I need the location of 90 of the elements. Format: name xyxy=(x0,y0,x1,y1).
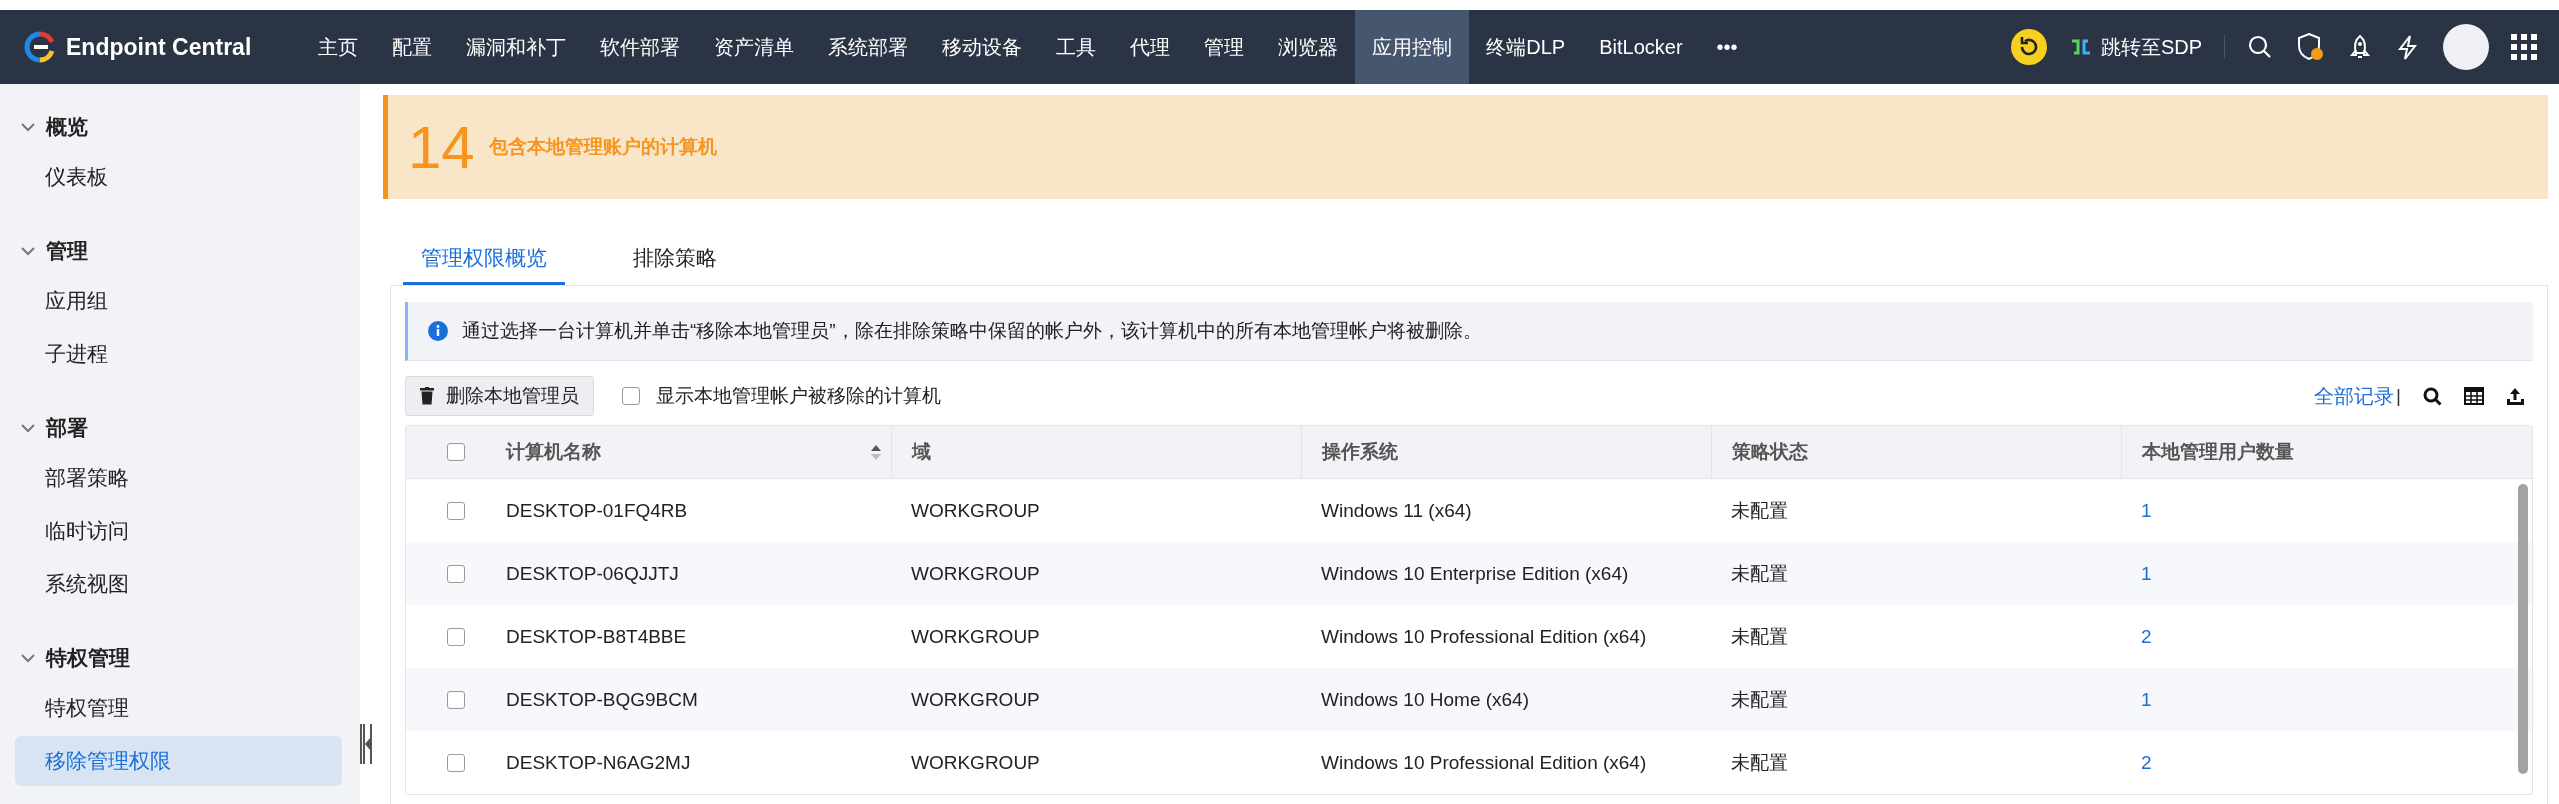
table-cell-text: Windows 10 Home (x64) xyxy=(1320,688,1531,711)
table-cell-text: DESKTOP-01FQ4RB xyxy=(505,499,689,522)
column-header[interactable]: 策略状态 xyxy=(1732,426,2121,478)
table-cell-text: 未配置 xyxy=(1730,750,1789,775)
row-checkbox[interactable] xyxy=(447,690,465,709)
sidebar-item[interactable]: 部署策略 xyxy=(15,453,342,503)
table-cell-text: WORKGROUP xyxy=(910,562,1041,585)
sidebar-item[interactable]: 子进程 xyxy=(15,329,342,379)
sidebar-item[interactable]: 系统视图 xyxy=(15,559,342,609)
row-checkbox[interactable] xyxy=(447,564,465,583)
info-icon xyxy=(428,321,448,341)
delete-button[interactable]: 删除本地管理员 xyxy=(405,376,594,416)
nav-item[interactable]: 移动设备 xyxy=(925,10,1040,84)
column-header[interactable]: 域 xyxy=(912,426,1301,478)
trash-icon xyxy=(420,387,434,405)
sidebar-item[interactable]: 临时访问 xyxy=(15,506,342,556)
nav-item[interactable]: 代理 xyxy=(1113,10,1188,84)
table-cell-text: WORKGROUP xyxy=(910,688,1041,711)
nav-item[interactable]: 系统部署 xyxy=(811,10,926,84)
count-link[interactable]: 1 xyxy=(2121,562,2532,585)
separator: | xyxy=(2396,385,2401,407)
table-cell-text: Windows 10 Enterprise Edition (x64) xyxy=(1320,562,1630,585)
table-cell-text: WORKGROUP xyxy=(910,499,1041,522)
export-icon[interactable] xyxy=(2506,386,2525,406)
table-cell-text: DESKTOP-06QJJTJ xyxy=(505,562,680,585)
rocket-icon xyxy=(2347,34,2373,60)
summary-label: 包含本地管理账户的计算机 xyxy=(488,135,717,159)
column-header[interactable]: 本地管理用户数量 xyxy=(2142,426,2532,478)
jump-link[interactable]: 跳转至SDP xyxy=(2100,33,2202,61)
count-link[interactable]: 1 xyxy=(2121,688,2532,711)
column-header[interactable]: 计算机名称 xyxy=(506,426,891,478)
nav-item[interactable]: 应用控制 xyxy=(1355,10,1470,84)
nav-item[interactable]: 资产清单 xyxy=(697,10,812,84)
app-name: Endpoint Central xyxy=(66,33,252,61)
count-link[interactable]: 1 xyxy=(2121,499,2532,522)
section-title[interactable]: 特权管理 xyxy=(46,644,130,672)
row-checkbox[interactable] xyxy=(447,627,465,646)
count-link[interactable]: 2 xyxy=(2121,751,2532,774)
info-text: 通过选择一台计算机并单击“移除本地管理员”，除在排除策略中保留的帐户外，该计算机中的所有本地管理帐户将被删除。 xyxy=(462,319,1482,343)
logo-icon xyxy=(24,31,56,63)
section-title[interactable]: 管理 xyxy=(46,237,88,265)
checkbox[interactable] xyxy=(622,387,640,405)
sidebar-item[interactable]: 仪表板 xyxy=(15,152,342,202)
sort-icon xyxy=(871,444,881,460)
tab[interactable]: 管理权限概览 xyxy=(403,233,565,285)
nav-item[interactable]: 终端DLP xyxy=(1469,10,1583,84)
refresh-icon xyxy=(2010,29,2047,65)
table-cell-text: DESKTOP-N6AG2MJ xyxy=(505,751,692,774)
checkbox-label: 显示本地管理帐户被移除的计算机 xyxy=(656,384,941,408)
nav-item[interactable]: 工具 xyxy=(1039,10,1114,84)
table-cell-text: DESKTOP-BQG9BCM xyxy=(505,688,699,711)
table-cell-text: WORKGROUP xyxy=(910,625,1041,648)
nav-item[interactable]: 管理 xyxy=(1187,10,1262,84)
nav-item[interactable]: 漏洞和补丁 xyxy=(449,10,584,84)
search-icon[interactable] xyxy=(2423,386,2442,406)
sidebar-item[interactable]: 移除管理权限 xyxy=(15,736,342,786)
nav-item[interactable]: 配置 xyxy=(375,10,450,84)
nav-item[interactable]: 浏览器 xyxy=(1261,10,1356,84)
apps-grid-icon xyxy=(2511,34,2537,60)
column-header[interactable]: 操作系统 xyxy=(1322,426,1711,478)
table-cell-text: Windows 10 Professional Edition (x64) xyxy=(1320,751,1648,774)
table-cell-text: 未配置 xyxy=(1730,687,1789,712)
all-records-link[interactable]: 全部记录 xyxy=(2314,382,2395,410)
section-title[interactable]: 部署 xyxy=(46,414,88,442)
table-cell-text: WORKGROUP xyxy=(910,751,1041,774)
sidebar-item[interactable]: 特权管理 xyxy=(15,683,342,733)
row-checkbox[interactable] xyxy=(447,753,465,772)
nav-item[interactable]: BitLocker xyxy=(1582,10,1700,84)
computer-count: 14 xyxy=(408,112,475,182)
table-cell-text: Windows 10 Professional Edition (x64) xyxy=(1320,625,1648,648)
tab[interactable]: 排除策略 xyxy=(615,233,735,285)
row-checkbox[interactable] xyxy=(447,501,465,520)
table-cell-text: 未配置 xyxy=(1730,498,1789,523)
section-title[interactable]: 概览 xyxy=(46,113,88,141)
select-all-checkbox[interactable] xyxy=(447,443,465,461)
count-link[interactable]: 2 xyxy=(2121,625,2532,648)
search-icon xyxy=(2247,34,2273,60)
nav-item[interactable]: 软件部署 xyxy=(583,10,698,84)
shield-icon xyxy=(2295,32,2325,62)
table-columns-icon[interactable] xyxy=(2464,387,2484,405)
nav-item[interactable]: ••• xyxy=(1699,10,1755,84)
table-cell-text: 未配置 xyxy=(1730,624,1789,649)
scrollbar-thumb[interactable] xyxy=(2518,484,2528,774)
table-cell-text: Windows 11 (x64) xyxy=(1320,499,1473,522)
avatar[interactable] xyxy=(2443,24,2489,70)
sidebar-item[interactable]: 应用组 xyxy=(15,276,342,326)
table-cell-text: DESKTOP-B8T4BBE xyxy=(505,625,688,648)
nav-item[interactable]: 主页 xyxy=(301,10,376,84)
table-cell-text: 未配置 xyxy=(1730,561,1789,586)
collapse-handle-icon[interactable] xyxy=(360,724,372,764)
